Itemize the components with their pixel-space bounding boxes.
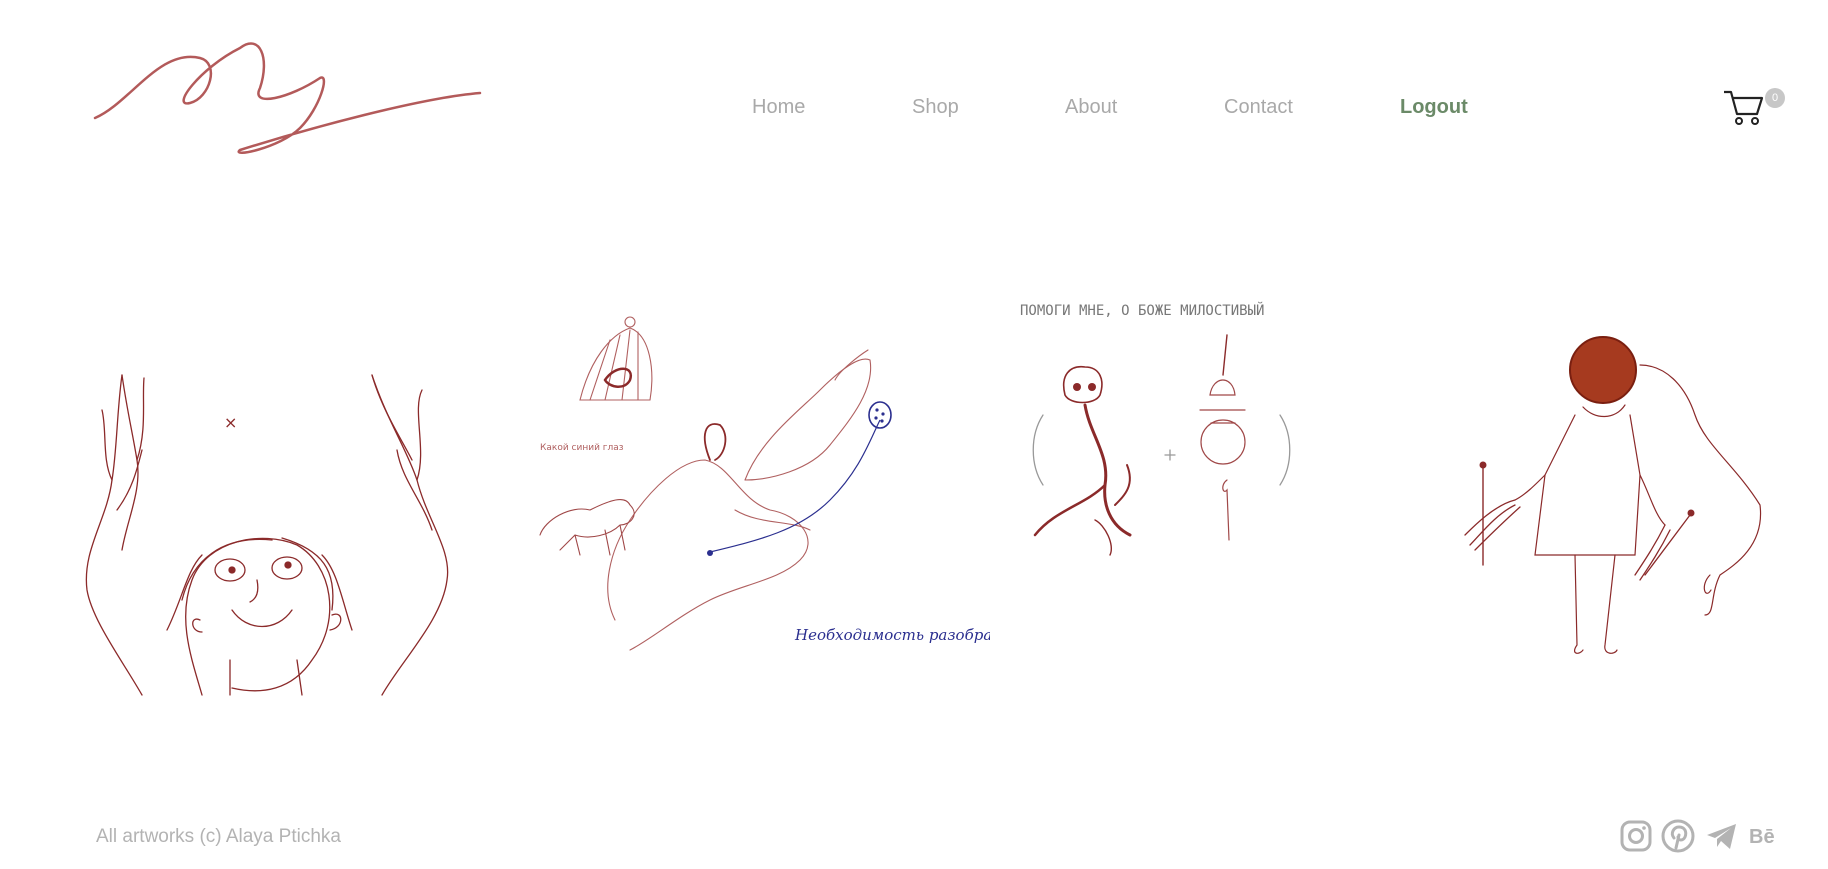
nav-shop[interactable]: Shop <box>912 96 959 119</box>
artwork-caption-red: Какой синий глаз <box>540 443 624 453</box>
nav-contact[interactable]: Contact <box>1224 96 1293 119</box>
nav-about[interactable]: About <box>1065 96 1117 119</box>
nav-logout[interactable]: Logout <box>1400 96 1468 119</box>
pinterest-link[interactable] <box>1660 818 1696 854</box>
main-nav: Home Shop About Contact Logout <box>0 96 1828 126</box>
artwork-title-text: ПОМОГИ МНЕ, О БОЖЕ МИЛОСТИВЫЙ <box>1020 301 1264 319</box>
behance-icon[interactable]: Bē <box>1749 826 1775 849</box>
artwork-skull-prayer[interactable]: ПОМОГИ МНЕ, О БОЖЕ МИЛОСТИВЫЙ <box>1015 295 1345 625</box>
artwork-figure-arms-raised[interactable]: × <box>82 370 462 700</box>
nav-home[interactable]: Home <box>752 96 805 119</box>
artwork-birdcage-animals[interactable]: Необходимость разобраться. Какой синий г… <box>530 310 990 690</box>
cart-icon <box>1724 90 1764 125</box>
artwork-caption-blue: Необходимость разобраться. <box>794 626 990 644</box>
artwork-girl-in-dress[interactable] <box>1455 325 1795 670</box>
instagram-link[interactable] <box>1618 818 1654 854</box>
instagram-icon <box>1620 820 1652 852</box>
cart-button[interactable]: 0 <box>1722 88 1785 128</box>
telegram-link[interactable] <box>1704 818 1740 854</box>
artwork-mark: × <box>224 413 237 432</box>
pinterest-icon <box>1661 819 1695 853</box>
cart-count-badge: 0 <box>1765 88 1785 108</box>
copyright-text: All artworks (c) Alaya Ptichka <box>96 826 341 847</box>
telegram-icon <box>1707 824 1736 849</box>
